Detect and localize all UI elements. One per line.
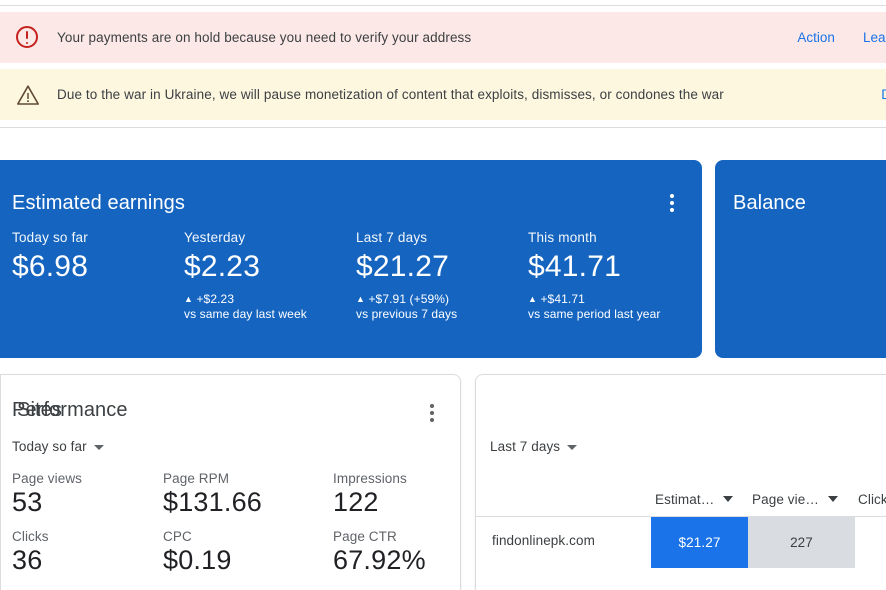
metric-comparison: vs same day last week (184, 306, 307, 321)
metric-value: 122 (333, 487, 379, 517)
column-header-clicks[interactable]: Click (858, 492, 886, 507)
kebab-menu-icon[interactable] (663, 192, 681, 214)
metric-label: Page CTR (333, 528, 397, 544)
estimated-earnings-title: Estimated earnings (12, 192, 186, 214)
caret-down-icon (827, 496, 838, 502)
site-name: findonlinepk.com (492, 533, 595, 548)
adsense-dashboard: Your payments are on hold because you ne… (0, 0, 886, 590)
trend-up-icon: ▲ (528, 293, 538, 304)
perf-metric-clicks: Clicks 36 (12, 529, 163, 577)
metric-delta: ▲ +$2.23 (184, 292, 356, 306)
earnings-metric-last-7-days: Last 7 days $21.27 ▲ +$7.91 (+59%) vs pr… (356, 230, 528, 321)
trend-up-icon: ▲ (356, 293, 366, 304)
performance-metrics-grid: Page views 53 Page RPM $131.66 Impressio… (12, 471, 473, 577)
banner-actions: Action Learn mo (797, 30, 886, 45)
metric-label: This month (528, 230, 597, 245)
metric-value: $41.71 (528, 250, 621, 283)
perf-metric-page-views: Page views 53 (12, 471, 163, 519)
metric-label: Page views (12, 471, 83, 486)
column-header-estimated-earnings[interactable]: Estimat… (655, 491, 734, 507)
metric-value: $0.19 (163, 544, 232, 575)
earnings-metric-this-month: This month $41.71 ▲ +$41.71 vs same peri… (528, 230, 700, 321)
balance-card: Balance $8.47 Last payment $0.00 (715, 160, 886, 480)
metric-comparison: vs same period last year (528, 306, 661, 321)
range-label: Last 7 days (490, 439, 561, 454)
earnings-metric-yesterday: Yesterday $2.23 ▲ +$2.23 vs same day las… (184, 230, 356, 321)
cell-page-views: 227 (748, 517, 855, 568)
error-circle-icon (16, 25, 40, 50)
banner-actions: Dism (881, 87, 886, 102)
metric-comparison: vs previous 7 days (356, 306, 458, 321)
table-row[interactable]: findonlinepk.com $21.27 227 (475, 517, 886, 568)
perf-metric-impressions: Impressions 122 (333, 471, 473, 519)
performance-date-range-select[interactable]: Today so far (12, 439, 104, 454)
sites-date-range-select[interactable]: Last 7 days (490, 439, 578, 454)
metric-delta: ▲ +$7.91 (+59%) (356, 292, 528, 306)
top-divider (0, 5, 886, 6)
metric-value: $6.98 (12, 250, 89, 283)
perf-metric-page-rpm: Page RPM $131.66 (163, 471, 333, 519)
metric-value: 67.92% (333, 544, 426, 575)
metric-label: CPC (163, 528, 192, 544)
trend-up-icon: ▲ (184, 293, 194, 304)
metric-delta-value: +$2.23 (196, 291, 235, 306)
metric-label: Impressions (333, 471, 407, 486)
caret-down-icon (93, 445, 104, 450)
metric-label: Last 7 days (356, 230, 428, 245)
balance-title: Balance (733, 192, 806, 214)
kebab-menu-icon[interactable] (423, 402, 441, 424)
metric-delta-value: +$7.91 (+59%) (368, 291, 450, 306)
banner-message: Your payments are on hold because you ne… (57, 30, 472, 45)
column-label: Estimat… (655, 491, 715, 507)
caret-down-icon (723, 496, 734, 502)
metric-delta-value: +$41.71 (540, 291, 585, 306)
sites-title: Sites (17, 399, 62, 421)
metric-label: Today so far (12, 230, 88, 245)
banner-ukraine-monetization: Due to the war in Ukraine, we will pause… (0, 69, 886, 120)
metric-delta: ▲ +$41.71 (528, 292, 700, 306)
banner-action-link[interactable]: Action (797, 30, 835, 45)
metric-value: $2.23 (184, 250, 261, 283)
earnings-metric-today: Today so far $6.98 (12, 230, 184, 321)
metric-label: Page RPM (163, 471, 230, 486)
metric-value: $21.27 (356, 250, 449, 283)
earnings-metrics: Today so far $6.98 Yesterday $2.23 ▲ +$2… (12, 230, 700, 321)
metric-value: 53 (12, 487, 43, 517)
banner-learn-more-link[interactable]: Learn mo (863, 30, 886, 45)
perf-metric-page-ctr: Page CTR 67.92% (333, 529, 473, 577)
metric-label: Clicks (12, 528, 49, 544)
metric-value: 36 (12, 544, 43, 575)
column-label: Click (858, 491, 886, 507)
cell-estimated-earnings: $21.27 (651, 517, 748, 568)
banner-payments-on-hold: Your payments are on hold because you ne… (0, 12, 886, 63)
perf-metric-cpc: CPC $0.19 (163, 529, 333, 577)
range-label: Today so far (12, 439, 87, 454)
warning-triangle-icon (16, 83, 40, 107)
banner-message: Due to the war in Ukraine, we will pause… (57, 87, 724, 102)
metric-value: $131.66 (163, 487, 262, 517)
caret-down-icon (567, 445, 578, 450)
banner-dismiss-link[interactable]: Dism (881, 87, 886, 102)
column-header-page-views[interactable]: Page vie… (752, 492, 838, 507)
metric-label: Yesterday (184, 230, 246, 245)
sites-table-header: Estimat… Page vie… Click (475, 483, 886, 515)
banners-bottom-divider (0, 127, 886, 128)
column-label: Page vie… (752, 491, 819, 507)
